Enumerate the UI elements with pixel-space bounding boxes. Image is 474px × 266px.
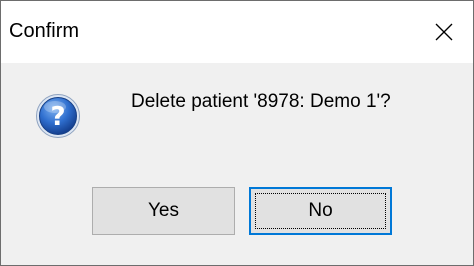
confirm-message: Delete patient '8978: Demo 1'? <box>131 91 391 112</box>
yes-button-label: Yes <box>148 200 179 221</box>
svg-text:?: ? <box>50 102 65 132</box>
confirm-dialog: Confirm ? Delete patient '8978: Demo 1'?… <box>0 0 474 266</box>
dialog-body: ? Delete patient '8978: Demo 1'? Yes No <box>1 63 473 265</box>
yes-button[interactable]: Yes <box>92 187 235 235</box>
no-button-label: No <box>308 200 333 221</box>
question-icon: ? <box>35 93 81 139</box>
close-icon <box>435 23 453 41</box>
title-bar[interactable]: Confirm <box>1 1 473 63</box>
window-title: Confirm <box>9 20 80 42</box>
close-button[interactable] <box>415 1 473 63</box>
no-button[interactable]: No <box>249 187 392 235</box>
